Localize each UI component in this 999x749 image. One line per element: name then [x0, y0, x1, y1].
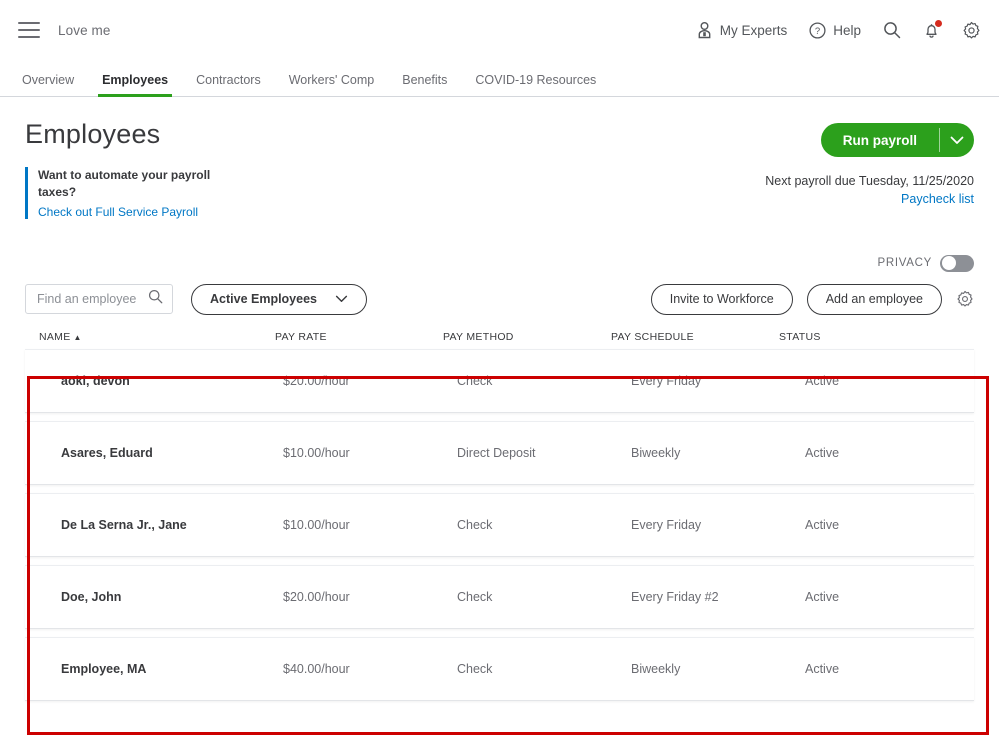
- search-input[interactable]: [35, 291, 148, 308]
- primary-tabs: Overview Employees Contractors Workers' …: [0, 60, 999, 97]
- privacy-toggle-row: PRIVACY: [25, 254, 974, 272]
- column-header-pay-schedule[interactable]: PAY SCHEDULE: [611, 331, 779, 343]
- employee-filter-label: Active Employees: [210, 292, 317, 307]
- employee-search-box[interactable]: [25, 284, 173, 315]
- cell-name: Employee, MA: [61, 661, 147, 676]
- cell-pay-method: Check: [457, 661, 493, 676]
- search-icon: [883, 21, 901, 39]
- tab-employees[interactable]: Employees: [88, 73, 182, 97]
- page-header-right: Run payroll Next payroll due Tuesday, 11…: [765, 119, 974, 206]
- table-row[interactable]: De La Serna Jr., Jane $10.00/hour Check …: [25, 492, 974, 557]
- cell-pay-schedule: Biweekly: [631, 661, 681, 676]
- cell-name: Doe, John: [61, 589, 122, 604]
- promo-text: Want to automate your payroll taxes?: [38, 168, 211, 200]
- page-header: Employees Want to automate your payroll …: [25, 97, 974, 219]
- cell-pay-method: Check: [457, 589, 493, 604]
- table-settings-gear-icon[interactable]: [956, 290, 974, 308]
- privacy-toggle-knob: [941, 256, 956, 271]
- cell-pay-schedule: Every Friday: [631, 517, 702, 532]
- search-icon[interactable]: [148, 289, 163, 309]
- topbar-actions: My Experts ? Help: [696, 20, 981, 40]
- cell-status: Active: [805, 517, 840, 532]
- page-content: Employees Want to automate your payroll …: [0, 97, 999, 701]
- cell-status: Active: [805, 589, 840, 604]
- full-service-payroll-link[interactable]: Check out Full Service Payroll: [38, 205, 248, 219]
- tab-contractors[interactable]: Contractors: [182, 73, 275, 96]
- cell-status: Active: [805, 661, 840, 676]
- employee-filter-dropdown[interactable]: Active Employees: [191, 283, 367, 315]
- tab-covid-19-resources[interactable]: COVID-19 Resources: [461, 73, 610, 96]
- table-row[interactable]: aoki, devon $20.00/hour Check Every Frid…: [25, 348, 974, 413]
- tab-workers-comp[interactable]: Workers' Comp: [275, 73, 389, 96]
- table-row[interactable]: Asares, Eduard $10.00/hour Direct Deposi…: [25, 420, 974, 485]
- cell-pay-method: Direct Deposit: [457, 445, 536, 460]
- column-header-name[interactable]: NAME ▲: [25, 331, 275, 343]
- paycheck-list-link[interactable]: Paycheck list: [765, 192, 974, 206]
- help-button[interactable]: ? Help: [809, 21, 861, 39]
- tab-overview[interactable]: Overview: [20, 73, 88, 96]
- chevron-down-icon[interactable]: [940, 123, 974, 157]
- cell-name: Asares, Eduard: [61, 445, 153, 460]
- cell-name: aoki, devon: [61, 373, 130, 388]
- hamburger-menu-icon[interactable]: [18, 22, 40, 38]
- cell-pay-rate: $10.00/hour: [283, 517, 350, 532]
- help-label: Help: [833, 22, 861, 38]
- tab-benefits[interactable]: Benefits: [388, 73, 461, 96]
- person-badge-icon: [696, 21, 713, 39]
- run-payroll-button[interactable]: Run payroll: [820, 123, 974, 157]
- cell-pay-rate: $10.00/hour: [283, 445, 350, 460]
- column-header-name-label: NAME: [39, 330, 71, 343]
- bell-icon: [923, 20, 942, 39]
- employees-table: NAME ▲ PAY RATE PAY METHOD PAY SCHEDULE S…: [25, 331, 974, 701]
- gear-icon: [962, 21, 981, 40]
- invite-to-workforce-button[interactable]: Invite to Workforce: [650, 283, 793, 315]
- notification-badge-dot: [935, 20, 942, 27]
- add-an-employee-button[interactable]: Add an employee: [806, 283, 942, 315]
- settings-button[interactable]: [962, 21, 981, 40]
- search-button[interactable]: [883, 21, 901, 39]
- cell-pay-schedule: Every Friday: [631, 373, 702, 388]
- cell-pay-rate: $20.00/hour: [283, 373, 350, 388]
- svg-text:?: ?: [815, 26, 820, 37]
- next-payroll-due-text: Next payroll due Tuesday, 11/25/2020: [765, 174, 974, 188]
- cell-name: De La Serna Jr., Jane: [61, 517, 187, 532]
- column-header-status[interactable]: STATUS: [779, 331, 974, 343]
- cell-status: Active: [805, 373, 840, 388]
- page-header-left: Employees Want to automate your payroll …: [25, 119, 765, 219]
- table-body: aoki, devon $20.00/hour Check Every Frid…: [25, 348, 974, 701]
- column-header-pay-method[interactable]: PAY METHOD: [443, 331, 611, 343]
- question-circle-icon: ?: [809, 21, 826, 39]
- my-experts-label: My Experts: [719, 22, 788, 38]
- cell-pay-method: Check: [457, 517, 493, 532]
- top-bar: Love me My Experts ? Help: [0, 0, 999, 60]
- cell-pay-schedule: Every Friday #2: [631, 589, 719, 604]
- privacy-toggle[interactable]: [940, 254, 974, 272]
- cell-status: Active: [805, 445, 840, 460]
- page-title: Employees: [25, 119, 161, 149]
- table-row[interactable]: Employee, MA $40.00/hour Check Biweekly …: [25, 636, 974, 701]
- cell-pay-rate: $40.00/hour: [283, 661, 350, 676]
- sort-ascending-icon: ▲: [73, 332, 82, 342]
- cell-pay-schedule: Biweekly: [631, 445, 681, 460]
- column-header-pay-rate[interactable]: PAY RATE: [275, 331, 443, 343]
- company-name: Love me: [58, 22, 111, 38]
- notifications-button[interactable]: [923, 20, 942, 39]
- chevron-down-icon: [335, 292, 348, 306]
- table-toolbar: Active Employees Invite to Workforce Add…: [25, 283, 974, 315]
- privacy-label: PRIVACY: [877, 257, 932, 270]
- cell-pay-method: Check: [457, 373, 493, 388]
- run-payroll-label: Run payroll: [842, 132, 917, 148]
- my-experts-button[interactable]: My Experts: [696, 21, 788, 39]
- table-header-row: NAME ▲ PAY RATE PAY METHOD PAY SCHEDULE S…: [25, 331, 974, 349]
- table-row[interactable]: Doe, John $20.00/hour Check Every Friday…: [25, 564, 974, 629]
- cell-pay-rate: $20.00/hour: [283, 589, 350, 604]
- payroll-promo-callout: Want to automate your payroll taxes? Che…: [25, 167, 248, 219]
